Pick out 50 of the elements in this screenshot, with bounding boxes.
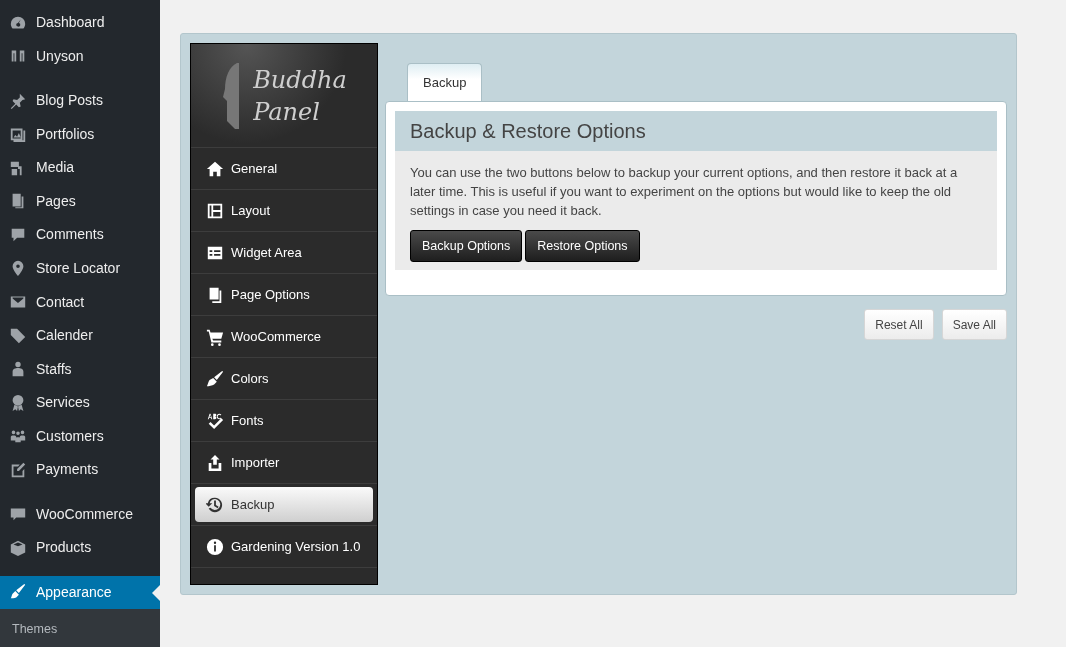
footer-button[interactable]: Save All: [941, 309, 1007, 340]
admin-menu-item[interactable]: Calender: [0, 318, 160, 353]
admin-menu-item[interactable]: Media: [0, 151, 160, 185]
logo-text: Buddha: [253, 64, 347, 96]
pointer-arrow-icon: [152, 584, 160, 601]
tab[interactable]: Backup: [407, 63, 483, 102]
cart-icon: [206, 327, 224, 346]
info-icon: [206, 537, 224, 556]
box-icon: [9, 538, 27, 557]
panel-nav-item[interactable]: Importer: [195, 445, 373, 480]
admin-menu-item[interactable]: Staffs: [0, 352, 160, 386]
section-title: Backup & Restore Options: [395, 111, 997, 151]
panel-nav-item[interactable]: Widget Area: [195, 235, 373, 270]
admin-menu-item[interactable]: Pages: [0, 184, 160, 219]
submenu-link[interactable]: Themes: [0, 619, 160, 640]
panel-nav-item[interactable]: General: [195, 151, 373, 186]
admin-menu-item[interactable]: Unyson: [0, 39, 160, 74]
admin-menu-item[interactable]: Dashboard: [0, 6, 160, 40]
tag-icon: [9, 326, 27, 345]
panel-nav-item[interactable]: Page Options: [195, 277, 373, 312]
admin-menu-item[interactable]: Customers: [0, 419, 160, 453]
panel-nav-item[interactable]: WooCommerce: [195, 319, 373, 354]
footer-button[interactable]: Reset All: [864, 309, 934, 340]
edit-icon: [9, 460, 27, 479]
admin-menu-item[interactable]: Services: [0, 385, 160, 420]
brush-icon: [206, 369, 224, 388]
history-icon: [206, 495, 224, 514]
home-icon: [206, 159, 224, 178]
admin-menu-item[interactable]: Contact: [0, 285, 160, 319]
spellcheck-icon: [206, 411, 224, 430]
panel-nav-item[interactable]: Colors: [195, 361, 373, 396]
action-button[interactable]: Restore Options: [525, 230, 640, 262]
panel-nav-item[interactable]: Fonts: [195, 403, 373, 438]
description-text: You can use the two buttons below to backup your current options, and then restore it back at a later time. This is useful if you want to experiment on the options but would like to keep the old settings in case you need it back.: [410, 164, 959, 220]
panel-nav-item[interactable]: Gardening Version 1.0: [195, 529, 373, 564]
admin-menu-item[interactable]: WooCommerce: [0, 497, 160, 531]
admin-menu-item[interactable]: Payments: [0, 452, 160, 487]
admin-menu-item[interactable]: Comments: [0, 218, 160, 252]
upload-icon: [206, 453, 224, 472]
panel-nav-item[interactable]: Backup: [195, 487, 373, 522]
layout-icon: [206, 201, 224, 220]
action-button[interactable]: Backup Options: [410, 230, 523, 262]
admin-menu-item[interactable]: Portfolios: [0, 117, 160, 152]
admin-menu-item[interactable]: Appearance: [0, 575, 160, 610]
logo-text: Panel: [253, 96, 321, 128]
admin-menu-item[interactable]: Blog Posts: [0, 84, 160, 118]
admin-menu-item[interactable]: Store Locator: [0, 251, 160, 286]
admin-menu-item[interactable]: Products: [0, 530, 160, 565]
panel-nav-item[interactable]: Layout: [195, 193, 373, 228]
pin-icon: [9, 91, 27, 110]
